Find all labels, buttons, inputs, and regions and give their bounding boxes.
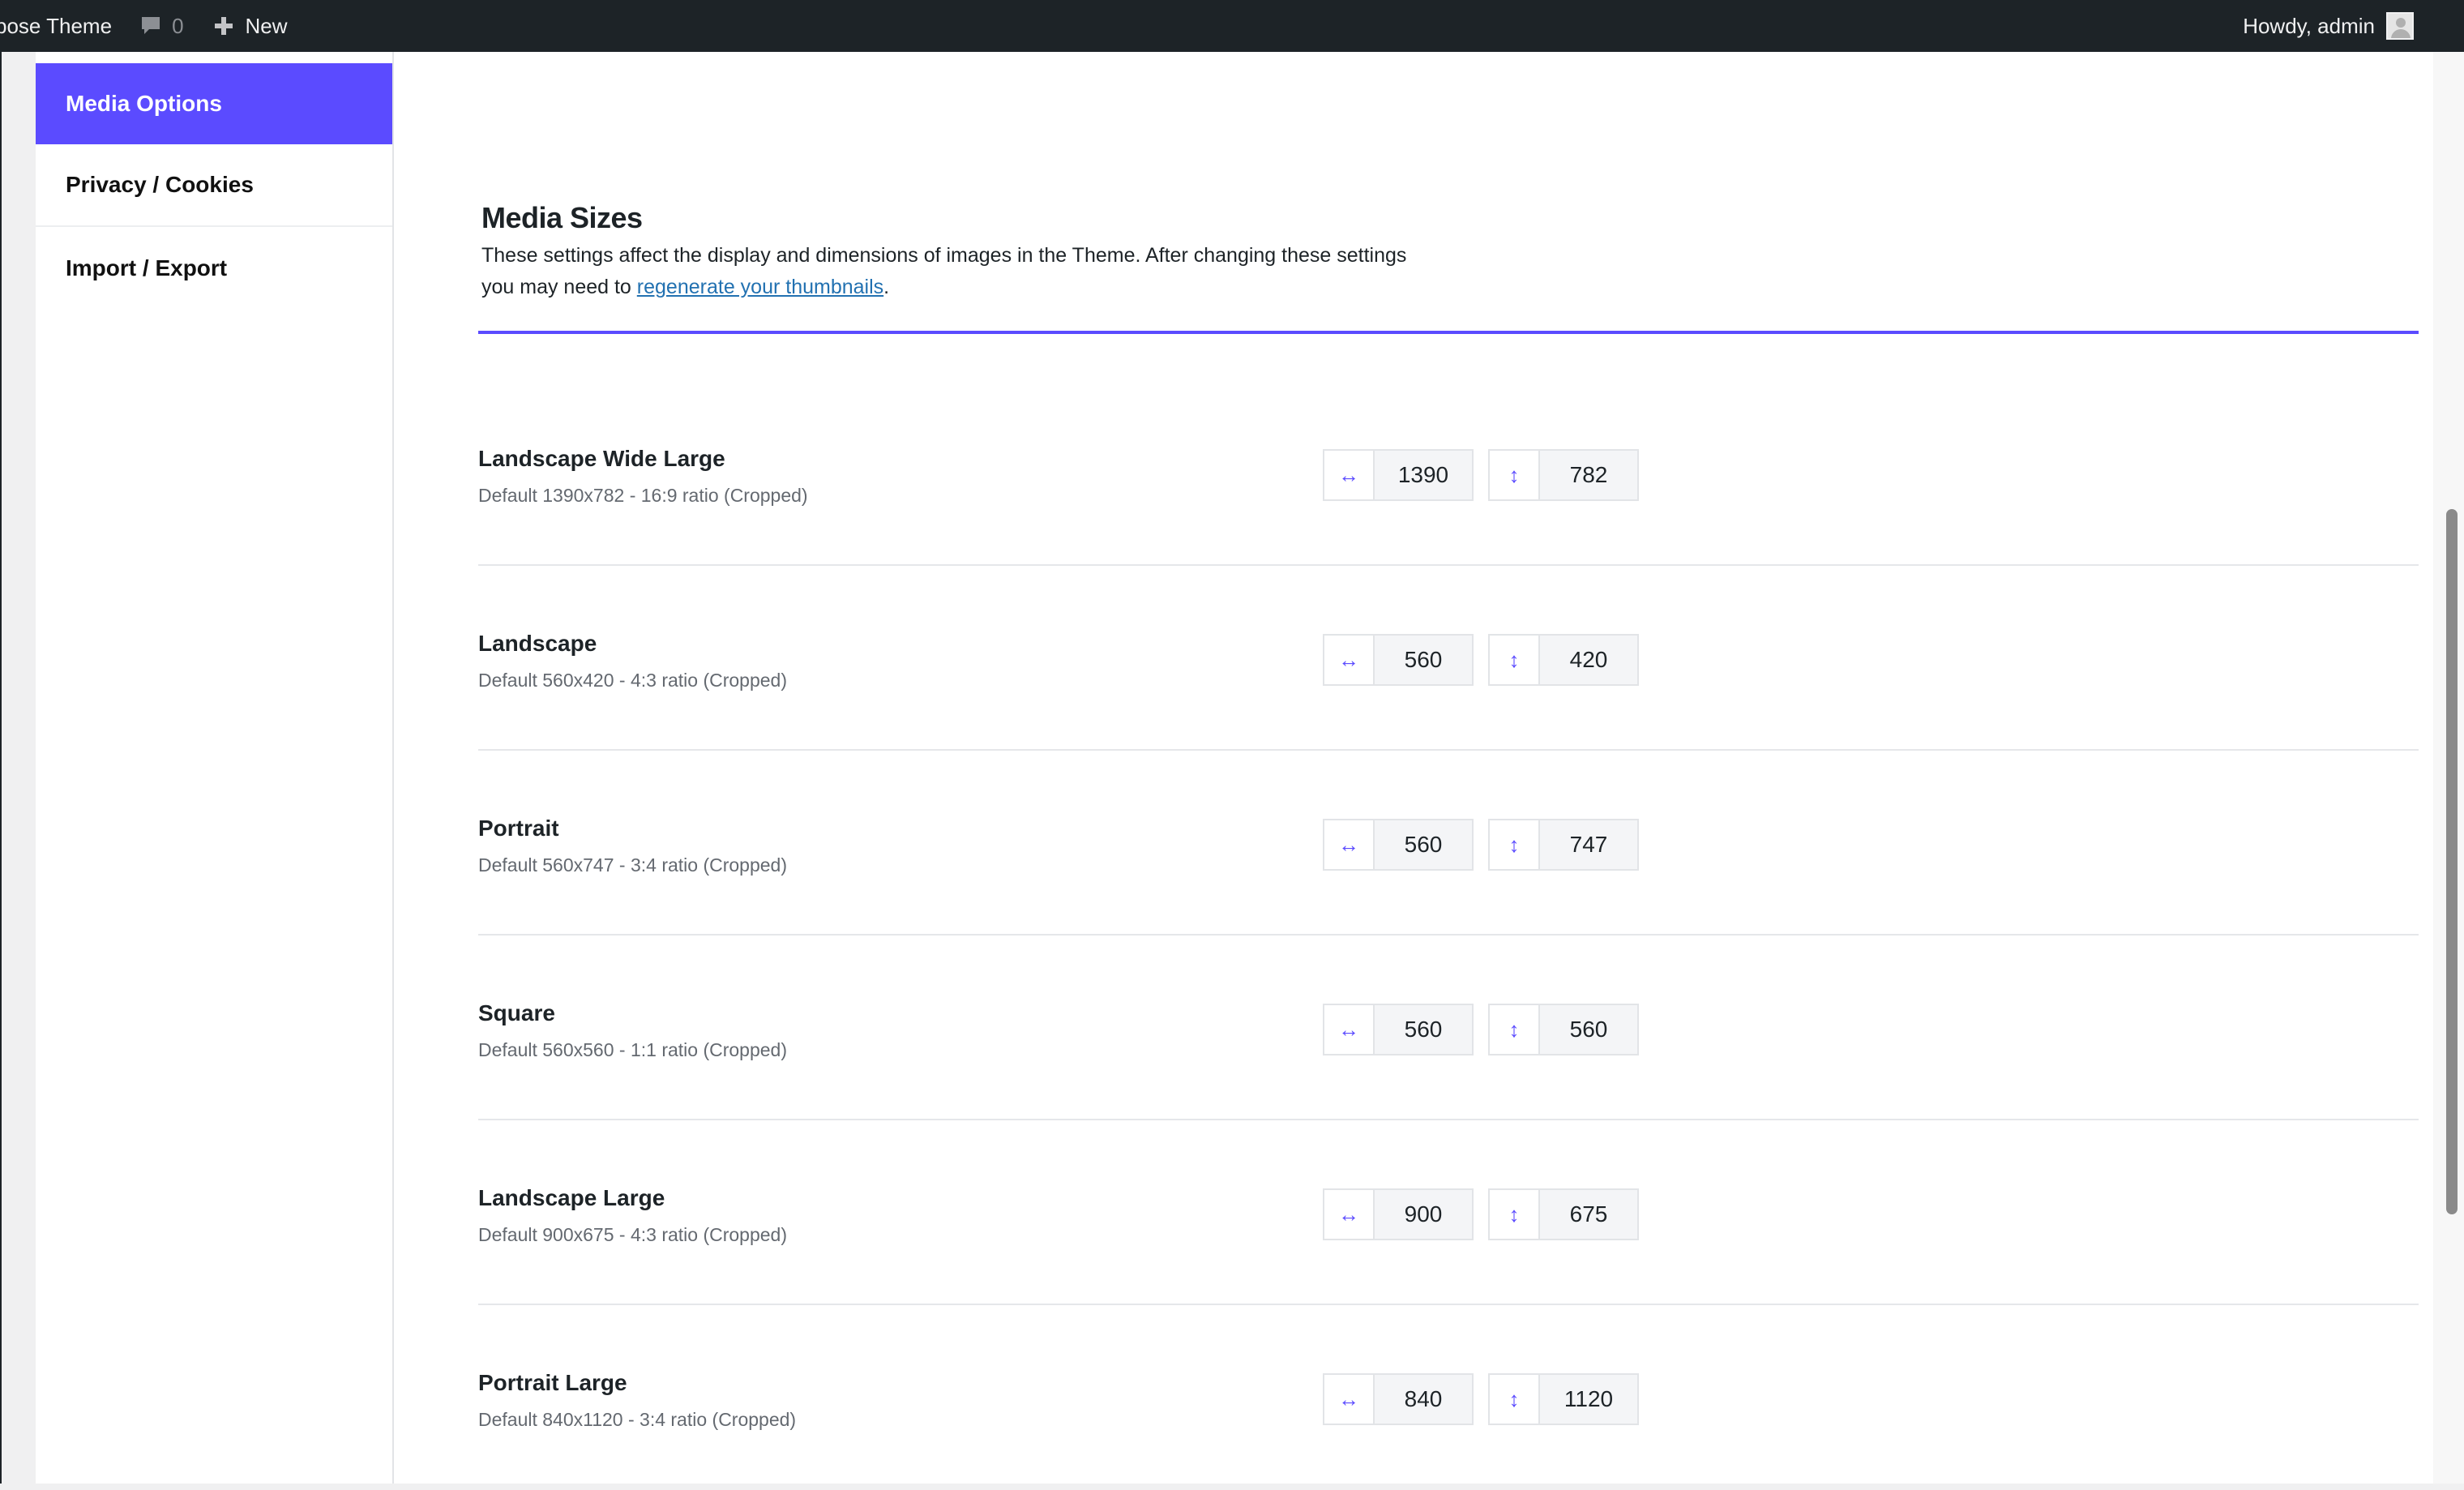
width-field: ↔ 1390 <box>1323 449 1474 501</box>
plus-icon <box>214 17 233 35</box>
width-input[interactable]: 560 <box>1375 634 1474 686</box>
admin-bar: pose Theme 0 New Howdy, admin <box>0 0 2464 52</box>
section-divider <box>478 331 2419 334</box>
size-row-portrait: Portrait Default 560x747 - 3:4 ratio (Cr… <box>478 751 2419 936</box>
comments-link[interactable]: 0 <box>139 0 184 52</box>
height-input[interactable]: 747 <box>1540 819 1639 871</box>
size-description: Default 1390x782 - 16:9 ratio (Cropped) <box>478 485 808 506</box>
desc-line-2-post: . <box>883 276 890 298</box>
height-arrows-icon: ↕ <box>1488 1373 1540 1425</box>
size-description: Default 900x675 - 4:3 ratio (Cropped) <box>478 1224 787 1245</box>
height-arrows-icon: ↕ <box>1488 449 1540 501</box>
width-arrows-icon: ↔ <box>1323 634 1375 686</box>
size-label: Square <box>478 1000 555 1025</box>
tab-media-options[interactable]: Media Options <box>36 63 392 144</box>
size-description: Default 840x1120 - 3:4 ratio (Cropped) <box>478 1409 797 1430</box>
tab-label: Media Options <box>66 91 222 116</box>
section-description: These settings affect the display and di… <box>481 240 1503 303</box>
size-label: Landscape Large <box>478 1185 665 1210</box>
media-sizes-section: Media Sizes These settings affect the di… <box>394 52 2433 1484</box>
howdy-greeting: Howdy, admin <box>2243 13 2375 38</box>
height-arrows-icon: ↕ <box>1488 1004 1540 1055</box>
size-row-landscape-large: Landscape Large Default 900x675 - 4:3 ra… <box>478 1120 2419 1305</box>
height-arrows-icon: ↕ <box>1488 819 1540 871</box>
size-description: Default 560x560 - 1:1 ratio (Cropped) <box>478 1039 787 1060</box>
regenerate-thumbnails-link[interactable]: regenerate your thumbnails <box>637 276 883 298</box>
new-label: New <box>245 13 288 38</box>
height-input[interactable]: 782 <box>1540 449 1639 501</box>
new-content-link[interactable]: New <box>213 0 288 52</box>
height-field: ↕ 420 <box>1488 634 1639 686</box>
width-input[interactable]: 840 <box>1375 1373 1474 1425</box>
width-field: ↔ 560 <box>1323 634 1474 686</box>
height-field: ↕ 782 <box>1488 449 1639 501</box>
width-field: ↔ 560 <box>1323 1004 1474 1055</box>
tab-import-export[interactable]: Import / Export <box>36 227 392 310</box>
height-arrows-icon: ↕ <box>1488 1188 1540 1240</box>
my-account[interactable]: Howdy, admin <box>2243 0 2464 52</box>
height-input[interactable]: 560 <box>1540 1004 1639 1055</box>
height-arrows-icon: ↕ <box>1488 634 1540 686</box>
size-description: Default 560x747 - 3:4 ratio (Cropped) <box>478 854 787 876</box>
desc-line-2-pre: you may need to <box>481 276 637 298</box>
size-row-landscape-wide-large: Landscape Wide Large Default 1390x782 - … <box>478 381 2419 566</box>
width-input[interactable]: 560 <box>1375 819 1474 871</box>
desc-line-1: These settings affect the display and di… <box>481 244 1407 267</box>
comment-icon <box>142 17 160 34</box>
height-field: ↕ 1120 <box>1488 1373 1639 1425</box>
site-name: pose Theme <box>0 13 113 38</box>
options-tabs: Media Options Privacy / Cookies Import /… <box>36 52 394 1484</box>
admin-menu-edge <box>0 52 2 1484</box>
theme-options-panel: Media Options Privacy / Cookies Import /… <box>36 52 2433 1484</box>
height-field: ↕ 675 <box>1488 1188 1639 1240</box>
scrollbar-thumb[interactable] <box>2446 509 2458 1214</box>
tab-label: Privacy / Cookies <box>66 172 254 197</box>
width-arrows-icon: ↔ <box>1323 449 1375 501</box>
size-description: Default 560x420 - 4:3 ratio (Cropped) <box>478 670 787 691</box>
width-input[interactable]: 900 <box>1375 1188 1474 1240</box>
width-arrows-icon: ↔ <box>1323 1373 1375 1425</box>
size-label: Landscape Wide Large <box>478 446 725 471</box>
width-arrows-icon: ↔ <box>1323 1004 1375 1055</box>
width-input[interactable]: 1390 <box>1375 449 1474 501</box>
size-label: Portrait Large <box>478 1370 627 1395</box>
tab-label: Import / Export <box>66 255 228 280</box>
width-arrows-icon: ↔ <box>1323 819 1375 871</box>
size-label: Portrait <box>478 816 559 841</box>
width-input[interactable]: 560 <box>1375 1004 1474 1055</box>
width-field: ↔ 900 <box>1323 1188 1474 1240</box>
width-field: ↔ 560 <box>1323 819 1474 871</box>
height-input[interactable]: 675 <box>1540 1188 1639 1240</box>
comments-count: 0 <box>172 13 184 38</box>
width-field: ↔ 840 <box>1323 1373 1474 1425</box>
site-name-link[interactable]: pose Theme <box>0 0 112 52</box>
size-row-square: Square Default 560x560 - 1:1 ratio (Crop… <box>478 936 2419 1120</box>
section-title: Media Sizes <box>481 201 643 234</box>
size-row-portrait-large: Portrait Large Default 840x1120 - 3:4 ra… <box>478 1305 2419 1490</box>
avatar <box>2386 12 2414 40</box>
height-input[interactable]: 420 <box>1540 634 1639 686</box>
tab-privacy-cookies[interactable]: Privacy / Cookies <box>36 144 392 227</box>
size-row-landscape: Landscape Default 560x420 - 4:3 ratio (C… <box>478 566 2419 751</box>
height-field: ↕ 747 <box>1488 819 1639 871</box>
size-label: Landscape <box>478 631 597 656</box>
width-arrows-icon: ↔ <box>1323 1188 1375 1240</box>
height-input[interactable]: 1120 <box>1540 1373 1639 1425</box>
height-field: ↕ 560 <box>1488 1004 1639 1055</box>
